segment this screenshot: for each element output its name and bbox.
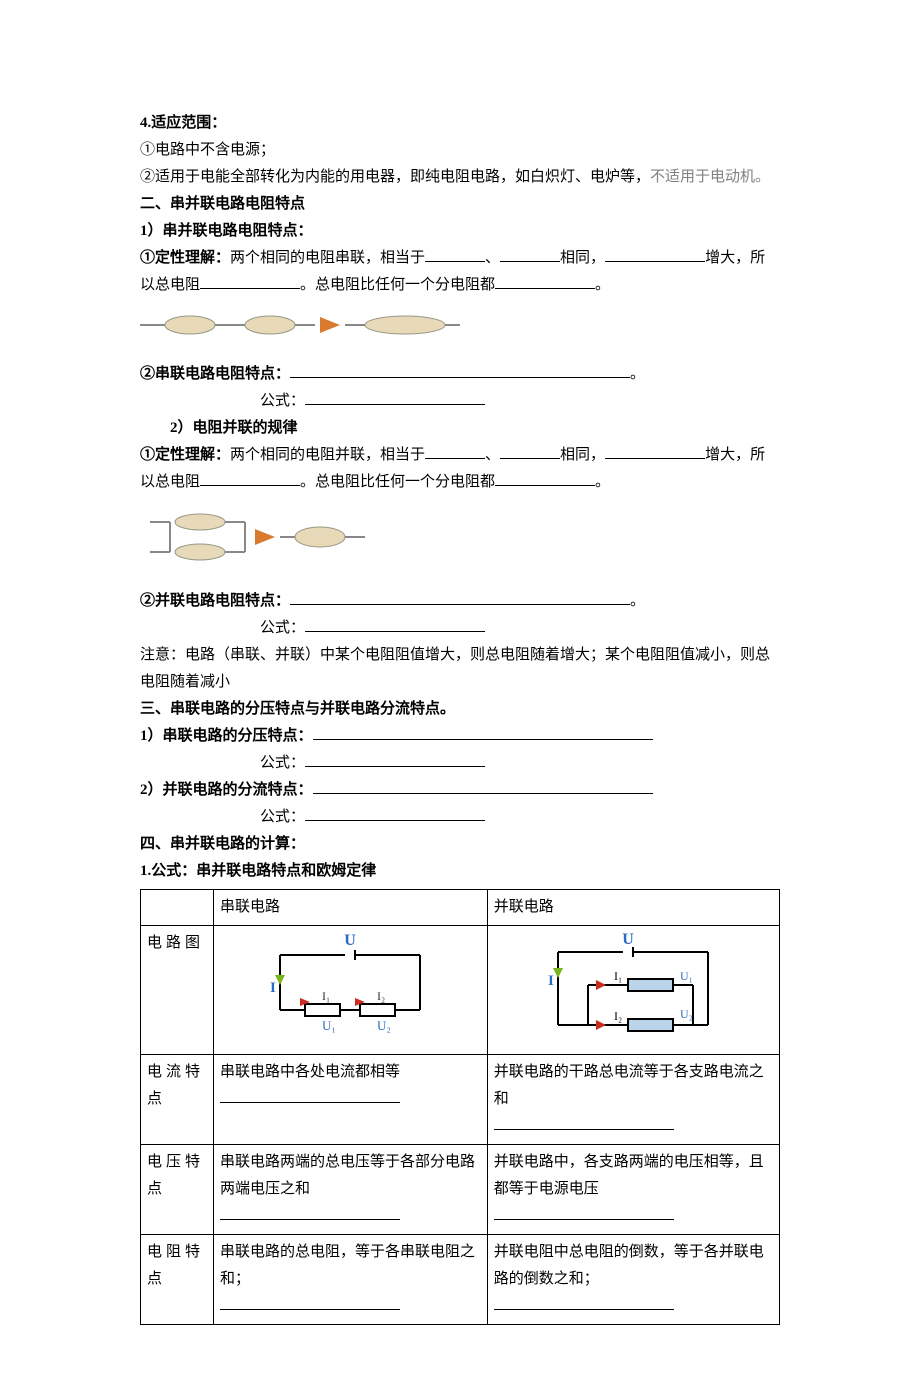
blank [305, 389, 485, 405]
label-U2: U₂ [377, 1018, 391, 1033]
blank [494, 1114, 674, 1130]
blank [605, 246, 705, 262]
row-voltage: 电压特点 串联电路两端的总电压等于各部分电路两端电压之和 并联电路中，各支路两端… [141, 1145, 780, 1235]
sec2-2-title: 2）电阻并联的规律 [140, 415, 780, 442]
label-U: U [623, 931, 635, 948]
blank [220, 1294, 400, 1310]
label-U: U [345, 932, 357, 949]
label-U1: U₁ [322, 1018, 336, 1033]
blank [605, 443, 705, 459]
sec2-2-formula: 公式： [140, 615, 780, 642]
label-U1: U₁ [680, 969, 693, 983]
label-I: I [548, 973, 554, 989]
sec2-2-qualitative: ①定性理解：两个相同的电阻并联，相当于、相同，增大，所以总电阻。总电阻比任何一个… [140, 442, 780, 496]
label-I2: I₂ [377, 989, 385, 1003]
section-4-title: 4.适应范围： [140, 110, 780, 137]
sec3-1: 1）串联电路的分压特点： [140, 723, 780, 750]
table-header-row: 串联电路 并联电路 [141, 890, 780, 926]
blank [500, 246, 560, 262]
sec2-1-formula: 公式： [140, 388, 780, 415]
blank [290, 362, 630, 378]
th-series: 串联电路 [214, 890, 488, 926]
series-resistor-diagram [140, 305, 780, 355]
sec4-title: 四、串并联电路的计算： [140, 831, 780, 858]
sec2-1-feature: ②串联电路电阻特点：。 [140, 361, 780, 388]
label-I2: I₂ [614, 1009, 622, 1023]
blank [313, 778, 653, 794]
blank [495, 273, 595, 289]
blank [425, 246, 485, 262]
label-U2: U₂ [680, 1007, 693, 1021]
label-I1: I₁ [614, 969, 622, 983]
s4-line1: ①电路中不含电源； [140, 137, 780, 164]
sec3-2-formula: 公式： [140, 804, 780, 831]
sec3-2: 2）并联电路的分流特点： [140, 777, 780, 804]
sec2-1-qualitative: ①定性理解：两个相同的电阻串联，相当于、相同，增大，所以总电阻。总电阻比任何一个… [140, 245, 780, 299]
blank [313, 724, 653, 740]
sec3-1-formula: 公式： [140, 750, 780, 777]
blank [494, 1204, 674, 1220]
sec4-1: 1.公式：串并联电路特点和欧姆定律 [140, 858, 780, 885]
blank [200, 470, 300, 486]
s4-line2: ②适用于电能全部转化为内能的用电器，即纯电阻电路，如白炽灯、电炉等，不适用于电动… [140, 164, 780, 191]
blank [305, 616, 485, 632]
note-text: 注意：电路（串联、并联）中某个电阻阻值增大，则总电阻随着增大；某个电阻阻值减小，… [140, 642, 780, 696]
parallel-circuit-cell: U I I₁ U₁ [487, 926, 779, 1055]
series-circuit-cell: U I I₁ I₂ U₁ U₂ [214, 926, 488, 1055]
blank [305, 751, 485, 767]
blank [495, 470, 595, 486]
blank [220, 1087, 400, 1103]
sec3-title: 三、串联电路的分压特点与并联电路分流特点。 [140, 696, 780, 723]
sec2-title: 二、串并联电路电阻特点 [140, 191, 780, 218]
sec2-2-feature: ②并联电路电阻特点：。 [140, 588, 780, 615]
blank [305, 805, 485, 821]
label-I: I [270, 980, 276, 996]
row-resist: 电阻特点 串联电路的总电阻，等于各串联电阻之和； 并联电阻中总电阻的倒数，等于各… [141, 1235, 780, 1325]
row-current: 电流特点 串联电路中各处电流都相等 并联电路的干路总电流等于各支路电流之和 [141, 1055, 780, 1145]
sec2-1-title: 1）串并联电路电阻特点： [140, 218, 780, 245]
parallel-resistor-diagram [140, 502, 780, 582]
blank [220, 1204, 400, 1220]
blank [425, 443, 485, 459]
blank [290, 589, 630, 605]
label-I1: I₁ [322, 989, 330, 1003]
blank [500, 443, 560, 459]
row-diagram: 电路图 U I I₁ I₂ U₁ [141, 926, 780, 1055]
th-parallel: 并联电路 [487, 890, 779, 926]
blank [494, 1294, 674, 1310]
comparison-table: 串联电路 并联电路 电路图 U I I₁ I₂ [140, 889, 780, 1325]
blank [200, 273, 300, 289]
